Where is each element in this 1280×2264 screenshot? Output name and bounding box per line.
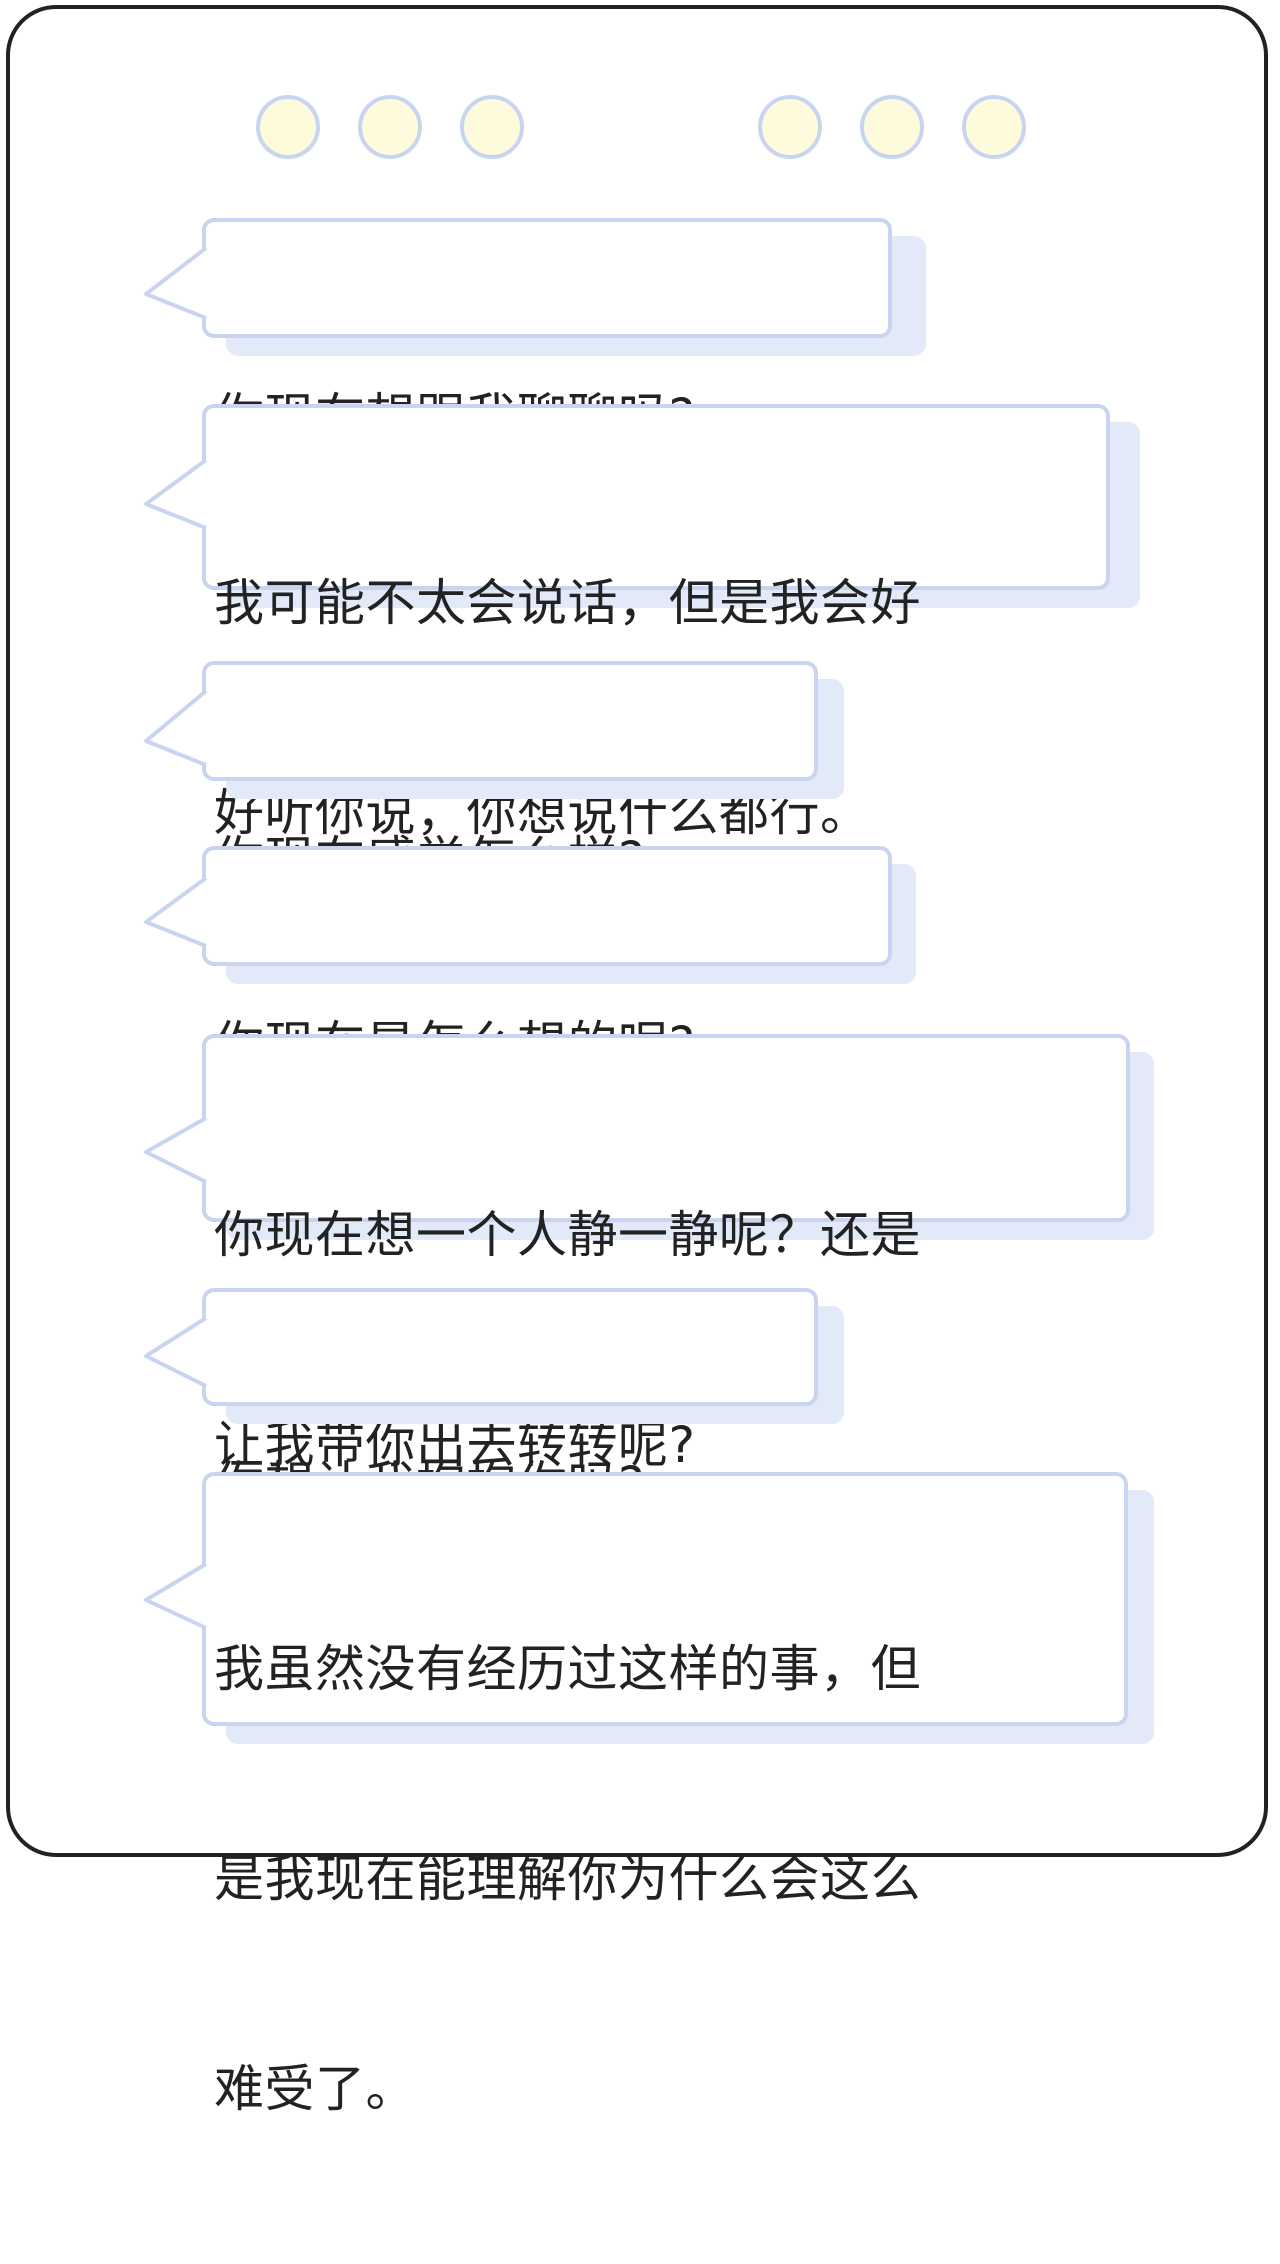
chat-bubble-7: 我虽然没有经历过这样的事，但 是我现在能理解你为什么会这么 难受了。 bbox=[140, 1472, 1154, 2118]
chat-bubble-6: 你想让我抱抱你吗? bbox=[140, 1288, 860, 1514]
chat-bubble-3: 你现在感觉怎么样? bbox=[140, 661, 860, 889]
decor-dot-3 bbox=[460, 95, 524, 159]
bubble-tail bbox=[144, 458, 208, 530]
bubble-tail bbox=[144, 1562, 208, 1630]
decor-dot-5 bbox=[860, 95, 924, 159]
bubble-tail bbox=[144, 1116, 207, 1184]
message-line: 是我现在能理解你为什么会这么 bbox=[214, 1850, 921, 1908]
message-line: 我虽然没有经历过这样的事，但 bbox=[214, 1640, 921, 1698]
message-line: 难受了。 bbox=[214, 2060, 416, 2118]
decor-dot-2 bbox=[358, 95, 422, 159]
chat-bubble-5: 你现在想一个人静一静呢？还是 让我带你出去转转呢? bbox=[140, 1034, 1154, 1474]
bubble-tail bbox=[144, 246, 208, 320]
chat-bubble-2: 我可能不太会说话，但是我会好 好听你说，你想说什么都行。 bbox=[140, 404, 1140, 842]
decor-dot-1 bbox=[256, 95, 320, 159]
bubble-tail bbox=[144, 1316, 208, 1388]
message-line: 你现在想一个人静一静呢？还是 bbox=[214, 1206, 921, 1264]
bubble-tail bbox=[144, 876, 208, 948]
chat-bubble-4: 你现在是怎么想的呢? bbox=[140, 846, 920, 1074]
message-line: 我可能不太会说话，但是我会好 bbox=[214, 574, 921, 632]
decor-dot-6 bbox=[962, 95, 1026, 159]
chat-bubble-1: 你现在想跟我聊聊吗? bbox=[140, 218, 926, 446]
decor-dot-4 bbox=[758, 95, 822, 159]
bubble-tail bbox=[144, 689, 208, 767]
